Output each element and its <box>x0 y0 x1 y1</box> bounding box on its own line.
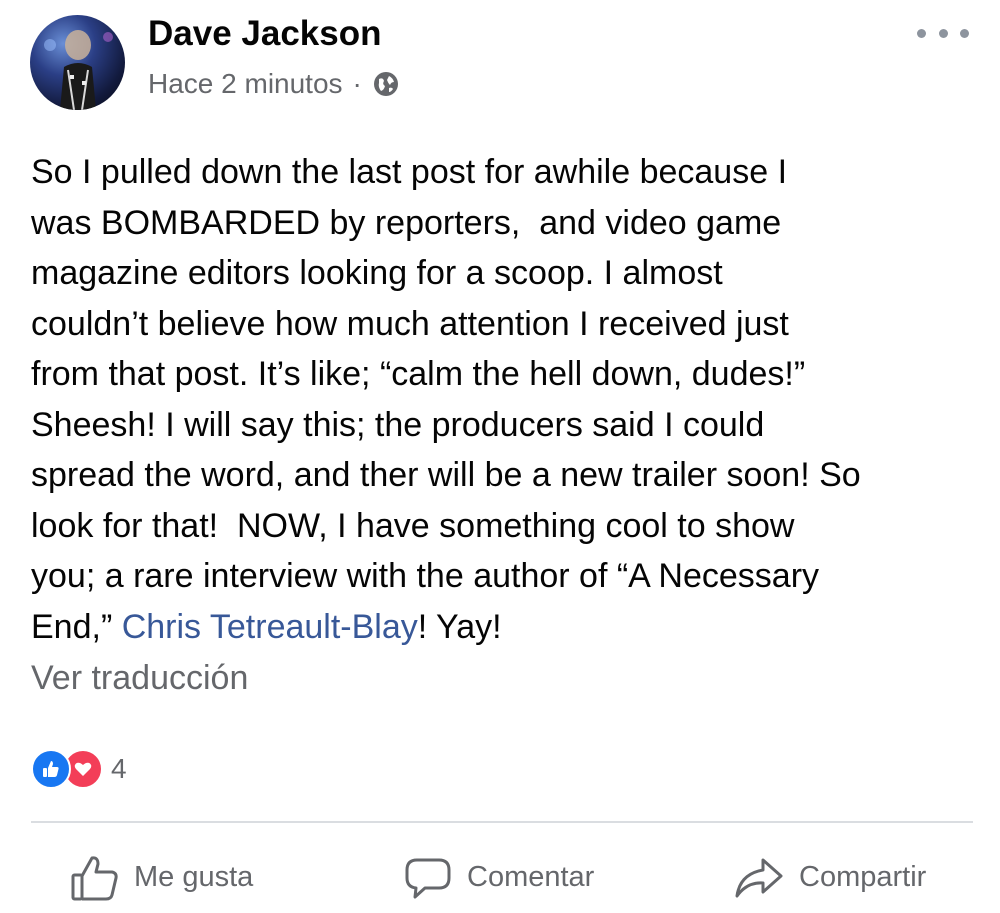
globe-icon[interactable] <box>372 70 400 98</box>
like-icon <box>31 749 71 789</box>
like-label: Me gusta <box>134 861 254 893</box>
comment-button[interactable]: Comentar <box>403 845 594 910</box>
more-dot <box>960 28 969 38</box>
share-label: Compartir <box>799 861 927 893</box>
comment-label: Comentar <box>467 861 595 893</box>
more-dot <box>917 28 926 38</box>
reactions-summary[interactable]: 4 <box>31 749 127 789</box>
post-text-after: ! Yay! <box>417 607 502 646</box>
more-dot <box>938 28 948 38</box>
divider <box>31 821 973 823</box>
thumbs-up-icon <box>71 855 118 900</box>
see-translation-link[interactable]: Ver traducción <box>31 659 248 698</box>
reaction-count: 4 <box>111 753 127 784</box>
more-options-icon[interactable] <box>917 18 969 48</box>
author-name[interactable]: Dave Jackson <box>148 14 381 54</box>
mention-link[interactable]: Chris Tetreault-Blay <box>122 608 418 646</box>
comment-icon <box>405 858 451 898</box>
post-body: So I pulled down the last post for awhil… <box>31 147 976 652</box>
share-button[interactable]: Compartir <box>733 845 926 910</box>
meta-separator: · <box>352 68 362 99</box>
post-meta: Hace 2 minutos · <box>148 68 400 100</box>
action-bar: Me gusta Comentar Compartir <box>0 845 1000 910</box>
like-button[interactable]: Me gusta <box>70 845 253 910</box>
share-icon <box>735 858 783 897</box>
post-text-before: So I pulled down the last post for awhil… <box>31 153 861 646</box>
post-timestamp[interactable]: Hace 2 minutos <box>148 68 343 100</box>
avatar[interactable] <box>30 15 125 110</box>
